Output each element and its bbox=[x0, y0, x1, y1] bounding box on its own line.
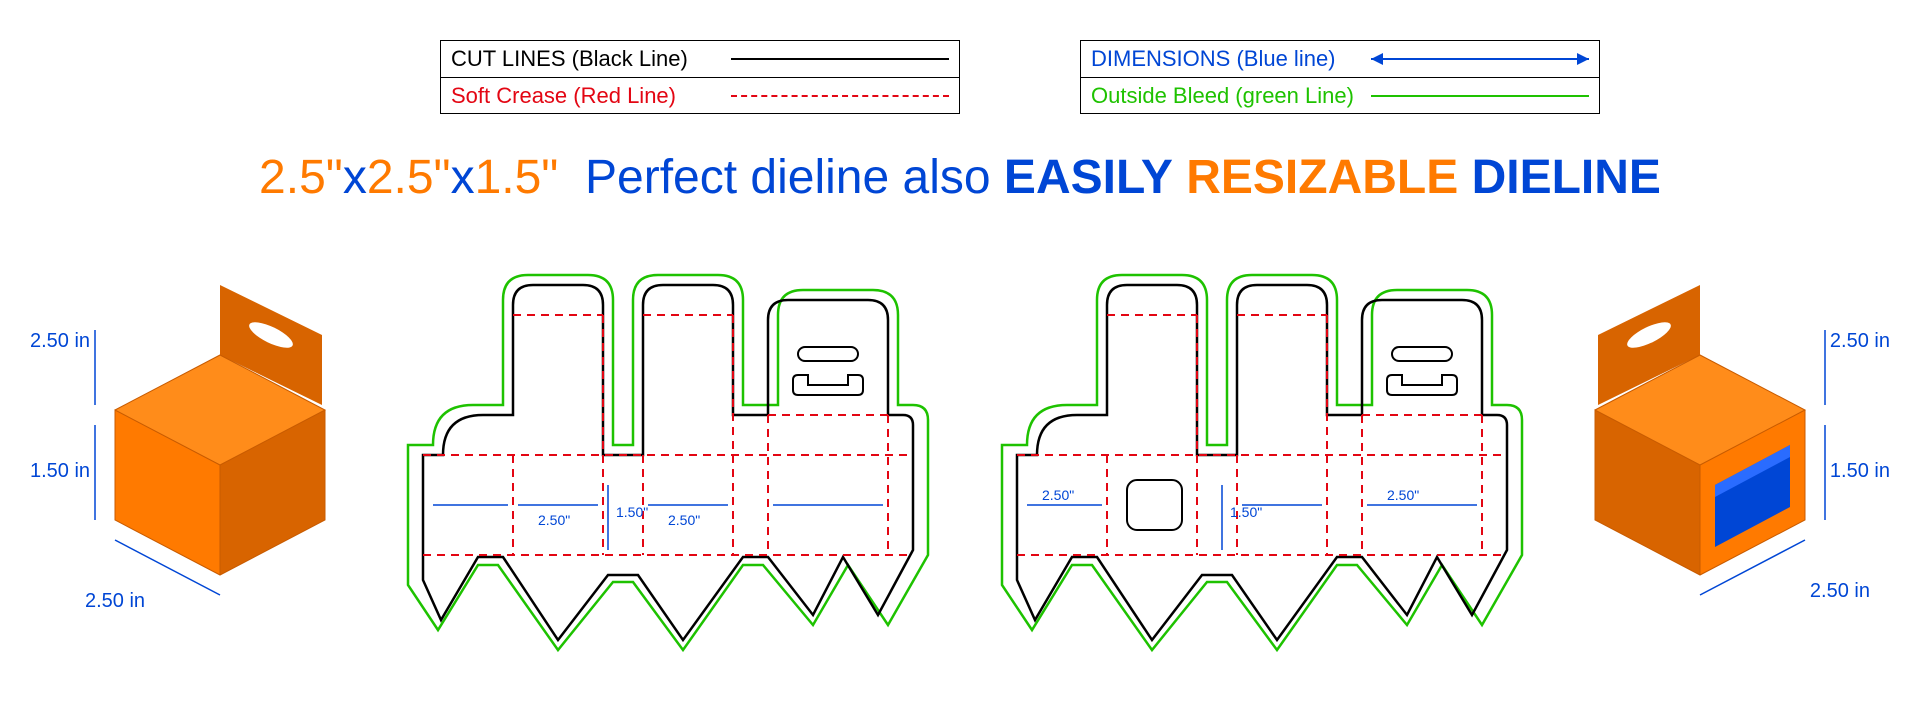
headline-x2: x bbox=[451, 151, 475, 204]
legend-left: CUT LINES (Black Line) Soft Crease (Red … bbox=[440, 40, 960, 114]
dieline2-dim2: 1.50" bbox=[1230, 504, 1262, 520]
dieline-1: 2.50" 1.50" 2.50" bbox=[383, 255, 943, 675]
box-right-dim-tab: 2.50 in bbox=[1830, 330, 1890, 353]
legend-cutlines: CUT LINES (Black Line) bbox=[441, 41, 959, 77]
dieline1-dim3: 2.50" bbox=[668, 512, 700, 528]
box3d-right: 2.50 in 1.50 in 2.50 in bbox=[1570, 275, 1890, 655]
headline-dim1: 2.5" bbox=[259, 151, 343, 204]
box3d-left: 2.50 in 1.50 in 2.50 in bbox=[30, 275, 350, 655]
box-left-dim-w: 2.50 in bbox=[85, 590, 145, 613]
box-left-dim-h: 1.50 in bbox=[30, 460, 90, 483]
legend-right: DIMENSIONS (Blue line) Outside Bleed (gr… bbox=[1080, 40, 1600, 114]
dieline1-dim2: 1.50" bbox=[616, 504, 648, 520]
dieline1-dim1: 2.50" bbox=[538, 512, 570, 528]
headline: 2.5"x2.5"x1.5" Perfect dieline also EASI… bbox=[0, 150, 1920, 205]
legend-cutlines-label: CUT LINES (Black Line) bbox=[451, 46, 731, 72]
headline-dieline: DIELINE bbox=[1472, 151, 1661, 204]
headline-dim3: 1.5" bbox=[475, 151, 559, 204]
dieline2-dim1: 2.50" bbox=[1042, 487, 1074, 503]
box-right-dim-h: 1.50 in bbox=[1830, 460, 1890, 483]
cutline-sample-icon bbox=[731, 58, 949, 60]
headline-resizable: RESIZABLE bbox=[1186, 151, 1458, 204]
box-left-dim-tab: 2.50 in bbox=[30, 330, 90, 353]
legend-dimensions-label: DIMENSIONS (Blue line) bbox=[1091, 46, 1371, 72]
legend-dimensions: DIMENSIONS (Blue line) bbox=[1081, 41, 1599, 77]
headline-x1: x bbox=[343, 151, 367, 204]
headline-easily: EASILY bbox=[1004, 151, 1173, 204]
legend-row: CUT LINES (Black Line) Soft Crease (Red … bbox=[440, 40, 1600, 114]
dieline2-dim3: 2.50" bbox=[1387, 487, 1419, 503]
main-row: 2.50 in 1.50 in 2.50 in bbox=[30, 250, 1890, 680]
box-right-dim-w: 2.50 in bbox=[1810, 580, 1870, 603]
legend-bleed-label: Outside Bleed (green Line) bbox=[1091, 83, 1371, 109]
dieline-2: 2.50" 1.50" 2.50" bbox=[977, 255, 1537, 675]
legend-crease: Soft Crease (Red Line) bbox=[441, 77, 959, 113]
crease-sample-icon bbox=[731, 95, 949, 97]
legend-crease-label: Soft Crease (Red Line) bbox=[451, 83, 731, 109]
dimension-sample-icon bbox=[1371, 58, 1589, 60]
legend-bleed: Outside Bleed (green Line) bbox=[1081, 77, 1599, 113]
bleed-sample-icon bbox=[1371, 95, 1589, 97]
headline-mid: Perfect dieline also bbox=[585, 151, 991, 204]
headline-dim2: 2.5" bbox=[367, 151, 451, 204]
